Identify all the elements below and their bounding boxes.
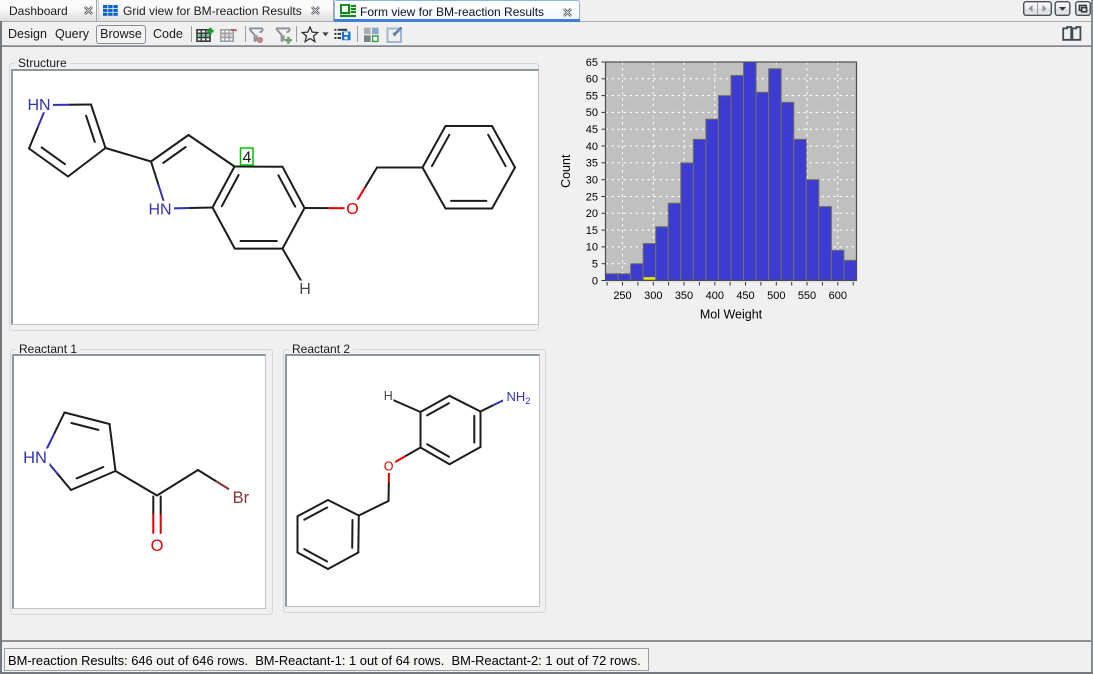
svg-text:H: H xyxy=(384,389,393,403)
svg-text:HN: HN xyxy=(23,449,47,467)
svg-text:15: 15 xyxy=(586,225,598,237)
svg-text:45: 45 xyxy=(586,124,598,136)
svg-text:4: 4 xyxy=(242,150,251,167)
svg-text:400: 400 xyxy=(706,290,724,302)
svg-text:300: 300 xyxy=(644,290,662,302)
svg-text:40: 40 xyxy=(586,141,598,153)
svg-text:55: 55 xyxy=(586,90,598,102)
svg-text:0: 0 xyxy=(592,275,598,287)
svg-text:Mol Weight: Mol Weight xyxy=(700,308,763,322)
svg-text:10: 10 xyxy=(586,242,598,254)
svg-text:60: 60 xyxy=(586,74,598,86)
svg-text:25: 25 xyxy=(586,191,598,203)
svg-text:O: O xyxy=(384,459,394,473)
svg-text:HN: HN xyxy=(27,97,50,114)
svg-text:65: 65 xyxy=(586,57,598,69)
svg-text:20: 20 xyxy=(586,208,598,220)
svg-text:Count: Count xyxy=(559,154,573,188)
svg-text:30: 30 xyxy=(586,175,598,187)
svg-text:O: O xyxy=(346,201,358,218)
svg-text:Br: Br xyxy=(233,489,250,507)
svg-text:450: 450 xyxy=(736,290,754,302)
svg-text:5: 5 xyxy=(592,259,598,271)
svg-text:50: 50 xyxy=(586,107,598,119)
svg-text:550: 550 xyxy=(798,290,816,302)
svg-text:H: H xyxy=(299,281,311,298)
svg-text:35: 35 xyxy=(586,158,598,170)
svg-text:O: O xyxy=(151,537,164,555)
svg-text:600: 600 xyxy=(829,290,847,302)
svg-text:500: 500 xyxy=(767,290,785,302)
svg-text:350: 350 xyxy=(675,290,693,302)
svg-text:250: 250 xyxy=(613,290,631,302)
svg-text:HN: HN xyxy=(148,201,171,218)
